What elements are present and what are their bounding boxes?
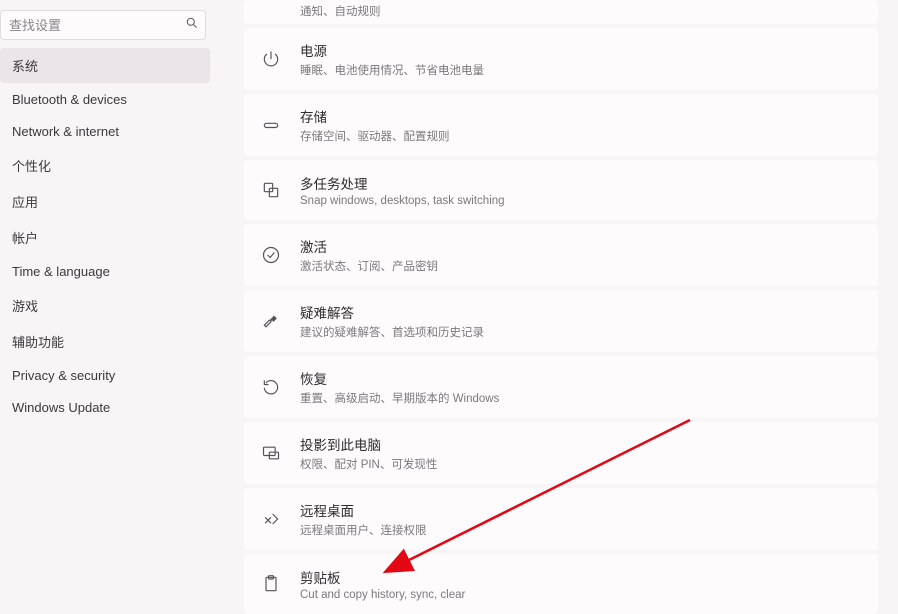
nav-privacy[interactable]: Privacy & security	[0, 360, 210, 391]
nav-apps[interactable]: 应用	[0, 184, 210, 219]
search-icon	[185, 16, 199, 35]
nav-update[interactable]: Windows Update	[0, 392, 210, 423]
nav-label: 辅助功能	[12, 335, 64, 350]
setting-desc: 建议的疑难解答、首选项和历史记录	[300, 324, 484, 340]
setting-row-focus[interactable]: 通知、自动规则	[244, 0, 878, 24]
setting-row-project[interactable]: 投影到此电脑 权限、配对 PIN、可发现性	[244, 422, 878, 484]
check-icon	[260, 244, 282, 266]
bell-icon	[260, 0, 282, 22]
nav-label: Privacy & security	[12, 368, 115, 383]
nav-label: 游戏	[12, 299, 38, 314]
setting-row-storage[interactable]: 存储 存储空间、驱动器、配置规则	[244, 94, 878, 156]
nav-label: Time & language	[12, 264, 110, 279]
setting-desc: Cut and copy history, sync, clear	[300, 589, 465, 601]
setting-title: 剪贴板	[300, 567, 465, 587]
wrench-icon	[260, 310, 282, 332]
setting-desc: 权限、配对 PIN、可发现性	[300, 456, 437, 472]
power-icon	[260, 48, 282, 70]
setting-desc: 远程桌面用户、连接权限	[300, 522, 427, 538]
nav-label: 系统	[12, 59, 38, 74]
nav-label: Bluetooth & devices	[12, 92, 127, 107]
nav-bluetooth[interactable]: Bluetooth & devices	[0, 84, 210, 115]
storage-icon	[260, 114, 282, 136]
nav-accessibility[interactable]: 辅助功能	[0, 324, 210, 359]
remote-icon	[260, 508, 282, 530]
setting-row-recovery[interactable]: 恢复 重置、高级启动、早期版本的 Windows	[244, 356, 878, 418]
setting-title: 电源	[300, 40, 484, 60]
recovery-icon	[260, 376, 282, 398]
setting-title: 多任务处理	[300, 173, 505, 193]
setting-title: 恢复	[300, 368, 499, 388]
nav-system[interactable]: 系统	[0, 48, 210, 83]
setting-row-activation[interactable]: 激活 激活状态、订阅、产品密钥	[244, 224, 878, 286]
setting-desc: 睡眠、电池使用情况、节省电池电量	[300, 62, 484, 78]
setting-row-clipboard[interactable]: 剪贴板 Cut and copy history, sync, clear	[244, 554, 878, 614]
nav-label: 应用	[12, 195, 38, 210]
nav-label: Network & internet	[12, 124, 119, 139]
nav-label: 帐户	[12, 231, 38, 246]
sidebar: 系统 Bluetooth & devices Network & interne…	[0, 0, 214, 614]
setting-desc: 重置、高级启动、早期版本的 Windows	[300, 390, 499, 406]
setting-desc: 通知、自动规则	[300, 3, 381, 19]
setting-desc: 存储空间、驱动器、配置规则	[300, 128, 450, 144]
clipboard-icon	[260, 573, 282, 595]
setting-title: 激活	[300, 236, 438, 256]
nav-label: Windows Update	[12, 400, 110, 415]
nav-label: 个性化	[12, 159, 51, 174]
multitask-icon	[260, 179, 282, 201]
setting-title: 投影到此电脑	[300, 434, 437, 454]
project-icon	[260, 442, 282, 464]
setting-row-power[interactable]: 电源 睡眠、电池使用情况、节省电池电量	[244, 28, 878, 90]
search-input[interactable]	[9, 18, 185, 33]
nav-accounts[interactable]: 帐户	[0, 220, 210, 255]
setting-row-remote[interactable]: 远程桌面 远程桌面用户、连接权限	[244, 488, 878, 550]
setting-desc: 激活状态、订阅、产品密钥	[300, 258, 438, 274]
setting-title: 存储	[300, 106, 450, 126]
main-content: 通知、自动规则 电源 睡眠、电池使用情况、节省电池电量 存储 存储空间、驱动器、…	[214, 0, 898, 614]
nav-gaming[interactable]: 游戏	[0, 288, 210, 323]
setting-row-troubleshoot[interactable]: 疑难解答 建议的疑难解答、首选项和历史记录	[244, 290, 878, 352]
search-box[interactable]	[0, 10, 206, 40]
setting-title: 疑难解答	[300, 302, 484, 322]
nav-time[interactable]: Time & language	[0, 256, 210, 287]
setting-title: 远程桌面	[300, 500, 427, 520]
nav-personalization[interactable]: 个性化	[0, 148, 210, 183]
setting-desc: Snap windows, desktops, task switching	[300, 195, 505, 207]
setting-row-multitask[interactable]: 多任务处理 Snap windows, desktops, task switc…	[244, 160, 878, 220]
nav-network[interactable]: Network & internet	[0, 116, 210, 147]
